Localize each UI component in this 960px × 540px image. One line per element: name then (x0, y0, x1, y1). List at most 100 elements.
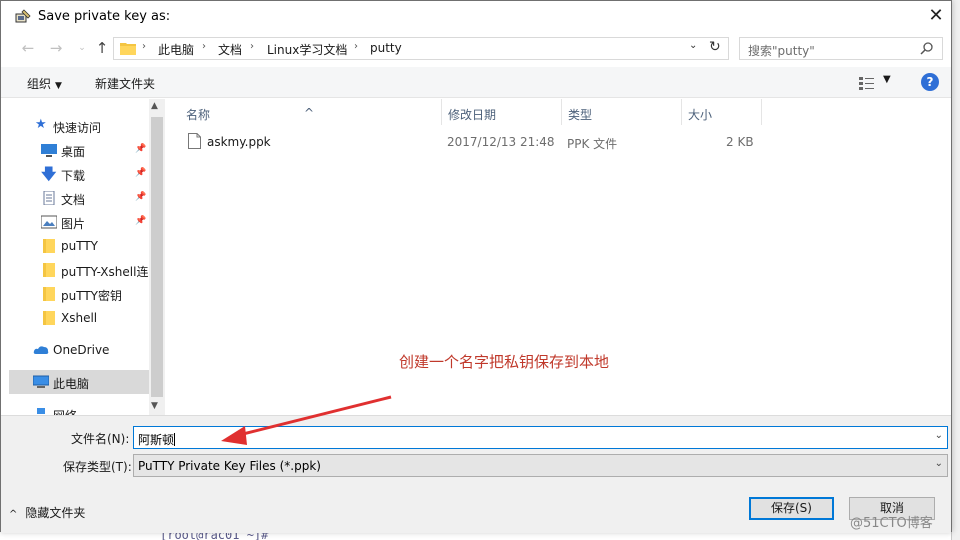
folder-icon (120, 43, 136, 55)
nav-item-putty-keys[interactable]: puTTY密钥 (9, 282, 149, 306)
folder-icon (43, 287, 55, 301)
address-bar[interactable]: › 此电脑 › 文档 › Linux学习文档 › putty ⌄ ↻ (113, 37, 729, 60)
column-header-modified[interactable]: 修改日期 (442, 99, 562, 125)
nav-item-quick-access[interactable]: ★ 快速访问 (9, 114, 149, 138)
filetype-value: PuTTY Private Key Files (*.ppk) (138, 459, 321, 473)
background-window (951, 0, 960, 540)
nav-label: 文档 (61, 193, 86, 207)
scroll-up-icon[interactable]: ▲ (151, 101, 158, 111)
nav-label: 网络 (53, 407, 77, 415)
computer-icon (33, 375, 49, 388)
search-input[interactable]: 搜索"putty" (739, 37, 943, 60)
column-label: 名称 (186, 108, 211, 122)
navigation-pane: ★ 快速访问 桌面 📌 🡇 下载 📌 文档 📌 图片 📌 puTTY puTTY… (9, 99, 165, 415)
scroll-down-icon[interactable]: ▼ (151, 401, 158, 411)
chevron-right-icon: › (250, 41, 254, 52)
view-options-icon[interactable] (859, 76, 875, 90)
caret-down-icon[interactable]: ▼ (883, 74, 891, 85)
up-arrow-icon[interactable]: ↑ (91, 38, 113, 58)
refresh-icon[interactable]: ↻ (709, 39, 721, 55)
hide-folders-toggle[interactable]: ^ 隐藏文件夹 (9, 504, 85, 521)
annotation-text: 创建一个名字把私钥保存到本地 (399, 353, 610, 371)
command-bar: 组织 ▼ 新建文件夹 ▼ ? (1, 67, 951, 98)
file-name: askmy.ppk (207, 135, 271, 149)
breadcrumb-documents[interactable]: 文档 (218, 41, 242, 58)
search-icon[interactable] (920, 41, 934, 55)
nav-label: puTTY (61, 239, 99, 253)
organize-menu[interactable]: 组织 ▼ (27, 75, 62, 92)
forward-arrow-icon[interactable]: → (45, 38, 67, 58)
filename-label: 文件名(N): (71, 432, 130, 446)
back-arrow-icon[interactable]: ← (17, 38, 39, 58)
nav-label: puTTY密钥 (61, 289, 123, 303)
navigation-scrollbar[interactable]: ▲ ▼ (149, 99, 165, 415)
column-header-type[interactable]: 类型 (562, 99, 682, 125)
puttygen-icon (15, 9, 31, 23)
nav-label: Xshell (61, 311, 98, 325)
network-icon (37, 408, 45, 414)
nav-label: 此电脑 (53, 377, 90, 391)
new-folder-button[interactable]: 新建文件夹 (95, 75, 155, 92)
folder-icon (43, 311, 55, 325)
table-row[interactable]: askmy.ppk 2017/12/13 21:48 PPK 文件 2 KB (178, 131, 758, 153)
text-caret (174, 433, 176, 446)
watermark: @51CTO博客 (850, 516, 933, 531)
help-icon[interactable]: ? (921, 73, 939, 91)
nav-label: puTTY-Xshell连 (61, 265, 149, 279)
sort-ascending-icon: ^ (304, 106, 315, 120)
pin-icon: 📌 (135, 192, 147, 202)
breadcrumb-computer[interactable]: 此电脑 (158, 41, 194, 58)
chevron-down-icon: ⌄ (934, 458, 943, 469)
filetype-select[interactable]: PuTTY Private Key Files (*.ppk) ⌄ (133, 454, 948, 477)
nav-item-putty-xshell[interactable]: puTTY-Xshell连 (9, 258, 149, 282)
nav-item-pictures[interactable]: 图片 📌 (9, 210, 149, 234)
chevron-down-icon[interactable]: ⌄ (689, 40, 697, 51)
nav-item-documents[interactable]: 文档 📌 (9, 186, 149, 210)
chevron-up-icon: ^ (9, 509, 18, 520)
nav-label: 快速访问 (53, 121, 102, 135)
nav-item-putty[interactable]: puTTY (9, 234, 149, 258)
nav-item-desktop[interactable]: 桌面 📌 (9, 138, 149, 162)
chevron-right-icon: › (354, 41, 358, 52)
search-placeholder: 搜索"putty" (748, 44, 815, 58)
recent-dropdown-icon[interactable]: ⌄ (71, 38, 93, 58)
chevron-right-icon: › (202, 41, 206, 52)
nav-item-network[interactable]: 网络 (9, 402, 149, 415)
window-title: Save private key as: (38, 9, 171, 24)
file-size: 2 KB (726, 135, 754, 149)
cloud-icon (33, 346, 49, 354)
file-modified: 2017/12/13 21:48 (447, 135, 555, 149)
nav-item-this-pc[interactable]: 此电脑 (9, 370, 149, 394)
filename-value: 阿斯顿 (138, 431, 176, 448)
nav-item-xshell[interactable]: Xshell (9, 306, 149, 330)
nav-label: 下载 (61, 169, 86, 183)
nav-label: 图片 (61, 217, 86, 231)
file-type: PPK 文件 (567, 137, 618, 151)
column-label: 修改日期 (448, 108, 497, 122)
column-label: 类型 (568, 108, 593, 122)
breadcrumb-linux-docs[interactable]: Linux学习文档 (267, 41, 347, 58)
save-form: 文件名(N): 阿斯顿 ⌄ 保存类型(T): PuTTY Private Key… (1, 415, 951, 533)
folder-icon (43, 239, 55, 253)
nav-item-onedrive[interactable]: OneDrive (9, 338, 149, 362)
chevron-down-icon[interactable]: ⌄ (935, 430, 943, 441)
desktop-icon (41, 144, 57, 157)
title-bar: Save private key as: ✕ (1, 1, 951, 32)
download-icon: 🡇 (41, 165, 57, 183)
filename-input[interactable]: 阿斯顿 ⌄ (133, 426, 948, 449)
pin-icon: 📌 (135, 216, 147, 226)
scrollbar-thumb[interactable] (151, 117, 163, 397)
pin-icon: 📌 (135, 168, 147, 178)
nav-item-downloads[interactable]: 🡇 下载 📌 (9, 162, 149, 186)
nav-label: 桌面 (61, 145, 86, 159)
document-icon (43, 191, 55, 205)
save-button[interactable]: 保存(S) (749, 497, 834, 520)
pin-icon: 📌 (135, 144, 147, 154)
column-header-name[interactable]: 名称 ^ (180, 99, 442, 125)
save-dialog: Save private key as: ✕ ← → ⌄ ↑ › 此电脑 › 文… (0, 0, 952, 533)
chevron-right-icon: › (142, 41, 146, 52)
column-header-size[interactable]: 大小 (682, 99, 762, 125)
close-button[interactable]: ✕ (921, 3, 951, 29)
breadcrumb-putty[interactable]: putty (370, 41, 402, 55)
caret-down-icon: ▼ (55, 81, 62, 91)
